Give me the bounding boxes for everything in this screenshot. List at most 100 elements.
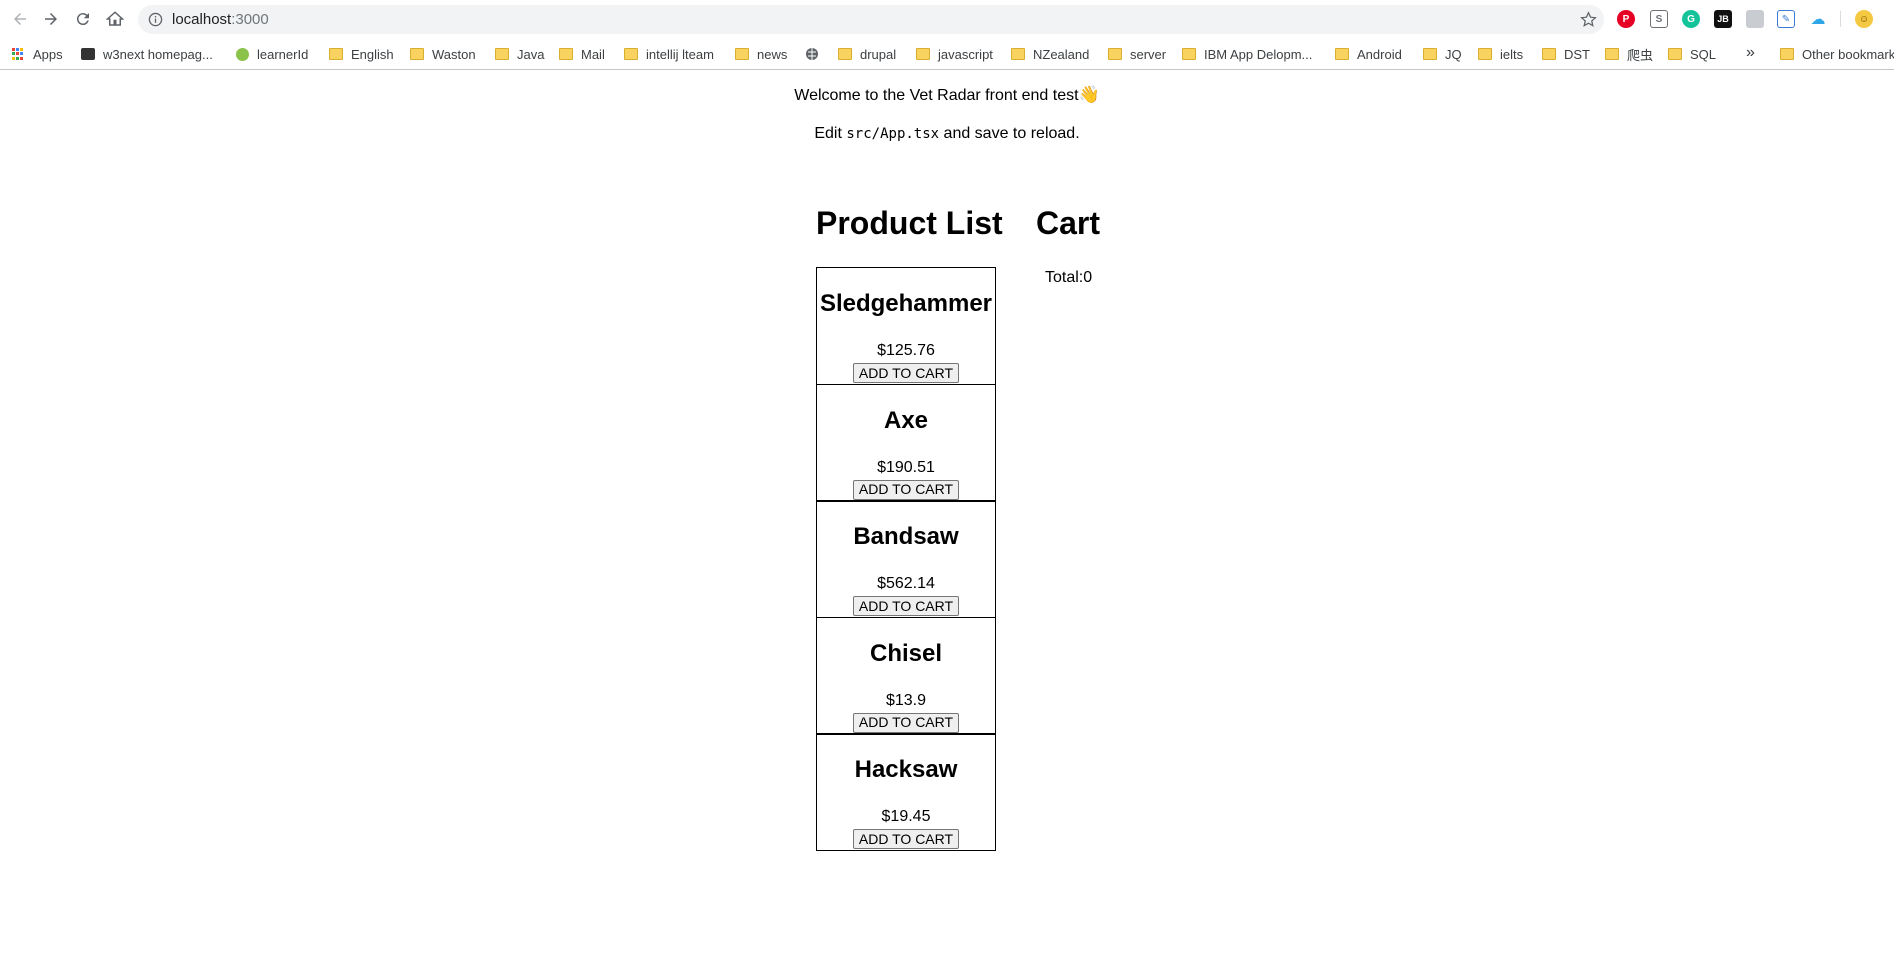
bookmark-intellij-lteam[interactable]: intellij lteam [624, 45, 714, 63]
bookmark-apps[interactable]: Apps [12, 45, 63, 63]
forward-button[interactable] [39, 7, 63, 31]
learner-icon [236, 47, 249, 61]
bookmark-server[interactable]: server [1108, 45, 1166, 63]
browser-toolbar: localhost:3000 P S G JB ✎ ☁ ☺ [0, 0, 1894, 38]
welcome-text: Welcome to the Vet Radar front end test [794, 87, 1079, 104]
shield-icon[interactable]: S [1650, 10, 1668, 28]
bookmark-english[interactable]: English [329, 45, 394, 63]
bookmark-label: learnerId [257, 46, 309, 62]
home-icon [106, 11, 124, 26]
bookmark-label: Other bookmarks [1802, 46, 1894, 62]
w3-icon [81, 48, 95, 60]
add-to-cart-button[interactable]: ADD TO CART [853, 829, 959, 849]
folder-icon [1668, 48, 1682, 60]
bookmark-label: w3next homepag... [103, 46, 213, 62]
bookmark-drupal[interactable]: drupal [838, 45, 896, 63]
bookmark-label: intellij lteam [646, 46, 714, 62]
address-bar[interactable]: localhost:3000 [138, 5, 1604, 34]
bookmark-globe[interactable] [805, 45, 827, 63]
cloud-icon[interactable]: ☁ [1809, 10, 1827, 28]
bookmark-w3next[interactable]: w3next homepag... [81, 45, 213, 63]
product-card: Sledgehammer $125.76 ADD TO CART [816, 267, 996, 385]
add-to-cart-button[interactable]: ADD TO CART [853, 479, 959, 500]
bookmark-label: news [757, 46, 788, 62]
bookmark-jq[interactable]: JQ [1423, 45, 1462, 63]
folder-icon [624, 48, 638, 60]
add-to-cart-button[interactable]: ADD TO CART [853, 712, 959, 733]
folder-icon [1542, 48, 1556, 60]
bookmark-star-icon[interactable] [1579, 10, 1598, 29]
bookmark-learnerid[interactable]: learnerId [236, 45, 308, 63]
bookmark-waston[interactable]: Waston [410, 45, 476, 63]
bookmark-label: 爬虫 [1627, 47, 1654, 63]
bookmark-other-bookmarks[interactable]: Other bookmarks [1780, 45, 1894, 63]
app-page: Welcome to the Vet Radar front end test👋… [0, 71, 1894, 965]
reload-button[interactable] [71, 7, 95, 31]
edit-pen-icon[interactable]: ✎ [1777, 10, 1795, 28]
bookmark-crawler[interactable]: 爬虫 [1605, 45, 1653, 63]
bookmark-ibm-app[interactable]: IBM App Delopm... [1182, 45, 1312, 63]
jetbrains-icon[interactable]: JB [1714, 10, 1732, 28]
bookmark-label: JQ [1445, 46, 1462, 62]
product-card: Hacksaw $19.45 ADD TO CART [816, 733, 996, 851]
bookmark-news[interactable]: news [735, 45, 787, 63]
reload-icon [76, 13, 89, 26]
bookmark-label: Mail [581, 46, 605, 62]
bookmark-label: SQL [1690, 46, 1717, 62]
url-port: :3000 [231, 11, 269, 28]
info-icon[interactable] [148, 12, 163, 27]
bookmark-label: English [351, 46, 394, 62]
home-button[interactable] [103, 7, 127, 31]
cube-icon[interactable] [1746, 10, 1764, 28]
bookmark-label: NZealand [1033, 46, 1090, 62]
product-price: $125.76 [877, 342, 935, 359]
product-list-heading: Product List [816, 205, 1003, 241]
folder-icon [1780, 48, 1794, 60]
back-arrow-icon [14, 13, 26, 25]
bookmark-label: server [1130, 46, 1167, 62]
product-name: Hacksaw [854, 756, 958, 783]
bookmark-java[interactable]: Java [495, 45, 544, 63]
profile-avatar-icon[interactable]: ☺ [1855, 10, 1873, 28]
product-name: Chisel [869, 639, 943, 667]
bookmark-label: javascript [938, 46, 993, 62]
bookmark-label: DST [1564, 46, 1590, 62]
product-name: Sledgehammer [819, 290, 993, 317]
bookmark-dst[interactable]: DST [1542, 45, 1590, 63]
folder-icon [1108, 48, 1122, 60]
bookmark-javascript[interactable]: javascript [916, 45, 993, 63]
folder-icon [1335, 48, 1349, 60]
product-card: Bandsaw $562.14 ADD TO CART [816, 500, 996, 618]
pinterest-icon[interactable]: P [1617, 10, 1635, 28]
product-price: $13.9 [885, 691, 927, 709]
bookmark-nzealand[interactable]: NZealand [1011, 45, 1089, 63]
back-button[interactable] [8, 7, 32, 31]
folder-icon [1478, 48, 1492, 60]
add-to-cart-button[interactable]: ADD TO CART [853, 363, 959, 383]
forward-arrow-icon [45, 13, 57, 25]
edit-suffix: and save to reload. [939, 125, 1080, 142]
folder-icon [410, 48, 424, 60]
edit-instructions: Edit src/App.tsx and save to reload. [0, 125, 1894, 143]
bookmark-ielts[interactable]: ielts [1478, 45, 1523, 63]
add-to-cart-button[interactable]: ADD TO CART [853, 596, 959, 616]
product-list: Sledgehammer $125.76 ADD TO CART Axe $19… [816, 267, 996, 851]
url-host: localhost [172, 11, 232, 28]
bookmark-android[interactable]: Android [1335, 45, 1402, 63]
bookmark-label: ielts [1500, 46, 1524, 62]
bookmark-sql[interactable]: SQL [1668, 45, 1716, 63]
product-price: $190.51 [877, 458, 935, 476]
folder-icon [1423, 48, 1437, 60]
bookmark-label: drupal [860, 46, 897, 62]
bookmark-label: Android [1357, 46, 1402, 62]
product-name: Bandsaw [853, 523, 959, 550]
welcome-message: Welcome to the Vet Radar front end test👋 [0, 86, 1894, 105]
cart-total: Total:0 [1045, 269, 1093, 286]
bookmark-label: Waston [432, 46, 476, 62]
grammarly-icon[interactable]: G [1682, 10, 1700, 28]
edit-code-path: src/App.tsx [846, 126, 940, 142]
bookmarks-bar: Apps w3next homepag... learnerId English… [0, 38, 1894, 70]
bookmarks-overflow-chevron-icon[interactable]: » [1746, 44, 1755, 62]
apps-grid-icon [12, 47, 25, 61]
bookmark-mail[interactable]: Mail [559, 45, 605, 63]
